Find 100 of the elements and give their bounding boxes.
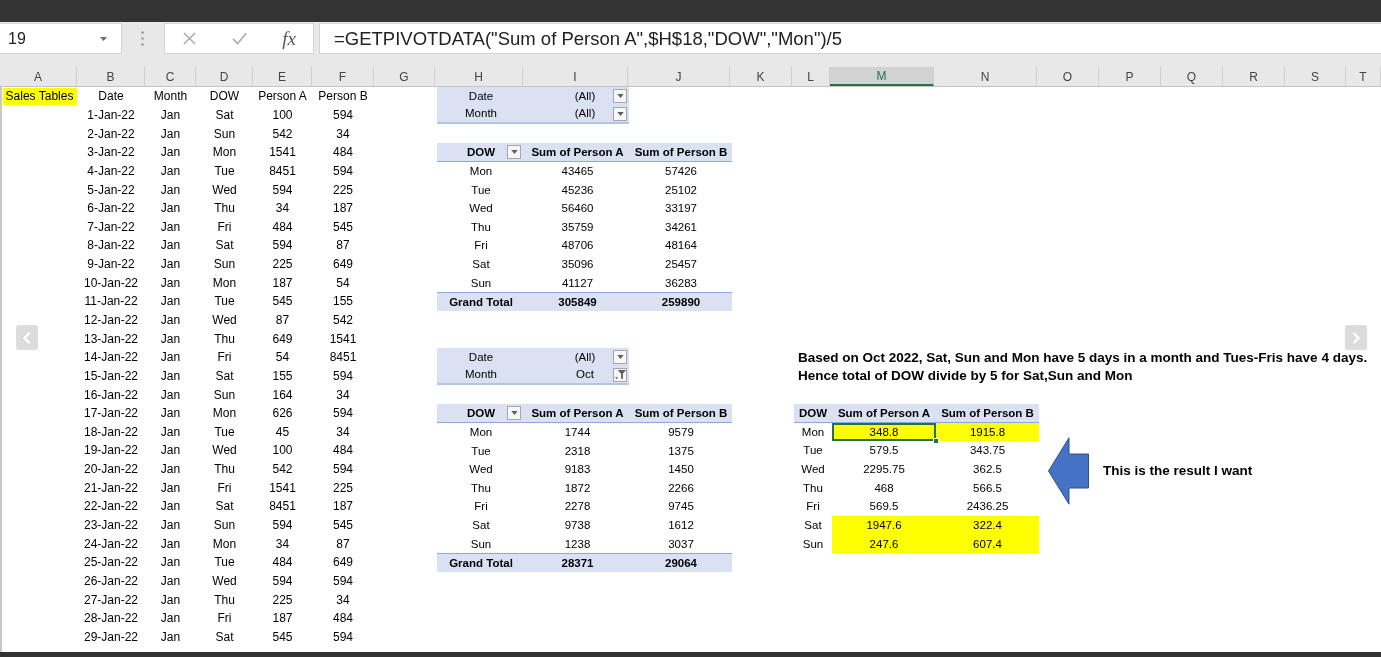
result-value[interactable]: 343.75 xyxy=(936,441,1039,460)
month-value: Jan xyxy=(160,257,181,272)
column-header[interactable]: D xyxy=(196,67,253,86)
weekday-value: Mon xyxy=(212,145,237,160)
amount-value: 225 xyxy=(333,182,353,197)
weekday-value: Fri xyxy=(474,500,488,513)
amount-value: 187 xyxy=(272,275,293,290)
amount-value: 8451 xyxy=(269,163,296,178)
column-header[interactable]: G xyxy=(374,67,435,86)
month-value: Jan xyxy=(160,555,181,570)
column-header[interactable]: I xyxy=(523,67,628,86)
name-box[interactable]: 19 xyxy=(0,23,122,54)
amount-value: 100 xyxy=(272,443,293,458)
filter-value: (All) xyxy=(574,89,596,102)
column-header[interactable]: M xyxy=(830,67,934,86)
amount-value: 34 xyxy=(336,126,350,141)
amount-value: 594 xyxy=(272,238,293,253)
weekday-value: Wed xyxy=(212,443,237,458)
amount-value: 2278 xyxy=(564,500,591,513)
result-value[interactable]: 1947.6 xyxy=(832,515,936,535)
result-value[interactable]: 2295.75 xyxy=(832,459,936,479)
caret-icon xyxy=(510,410,518,415)
caret-icon xyxy=(510,149,518,154)
dropdown-button[interactable] xyxy=(507,405,521,420)
column-header[interactable]: R xyxy=(1223,67,1285,86)
amount-value: 484 xyxy=(333,145,353,160)
date-value: 12-Jan-22 xyxy=(83,313,138,327)
weekday-value: Sun xyxy=(213,387,236,402)
filter-label: Month xyxy=(465,368,497,381)
result-value[interactable]: 569.5 xyxy=(832,497,936,516)
amount-value: 225 xyxy=(333,480,353,495)
formula-field[interactable]: =GETPIVOTDATA("Sum of Person A",$H$18,"DOW","Mon")/5 xyxy=(319,23,1381,54)
amount-value: 54 xyxy=(275,350,290,365)
column-header[interactable]: E xyxy=(253,67,312,86)
amount-value: 34 xyxy=(336,424,350,439)
column-header[interactable]: C xyxy=(145,67,196,86)
amount-value: 9183 xyxy=(564,463,591,476)
amount-value: 649 xyxy=(333,257,353,272)
column-header[interactable]: Q xyxy=(1161,67,1223,86)
dropdown-button[interactable] xyxy=(613,350,627,364)
total-label: Grand Total xyxy=(449,295,513,308)
caret-icon[interactable] xyxy=(100,36,107,41)
column-header[interactable]: P xyxy=(1099,67,1161,86)
result-value[interactable]: 579.5 xyxy=(832,441,936,460)
amount-value: 594 xyxy=(333,107,353,122)
column-heading: Sum of Person A xyxy=(531,406,624,419)
amount-value: 1541 xyxy=(269,480,296,495)
month-value: Jan xyxy=(160,368,181,383)
date-value: 17-Jan-22 xyxy=(83,406,138,421)
dropdown-button[interactable] xyxy=(613,89,627,103)
column-header[interactable]: K xyxy=(730,67,792,86)
dropdown-button[interactable] xyxy=(507,144,521,159)
amount-value: 48706 xyxy=(561,239,594,252)
amount-value: 25457 xyxy=(665,258,697,271)
weekday-value: Thu xyxy=(803,481,823,494)
result-value[interactable]: 468 xyxy=(832,478,936,498)
amount-value: 34 xyxy=(336,387,350,402)
month-value: Jan xyxy=(160,275,181,290)
month-value: Jan xyxy=(160,313,181,327)
weekday-value: Sat xyxy=(472,258,490,271)
weekday-value: Thu xyxy=(214,201,235,216)
weekday-value: Tue xyxy=(471,183,491,196)
amount-value: 34 xyxy=(336,592,350,607)
result-value[interactable]: 2436.25 xyxy=(936,497,1039,516)
date-value: 4-Jan-22 xyxy=(87,163,135,178)
month-value: Jan xyxy=(160,182,181,197)
month-value: Jan xyxy=(160,350,181,365)
check-icon xyxy=(231,32,247,45)
amount-value: 1541 xyxy=(269,145,296,160)
column-header[interactable]: F xyxy=(312,67,374,86)
result-value[interactable]: 322.4 xyxy=(936,515,1039,535)
column-header[interactable]: N xyxy=(934,67,1037,86)
weekday-value: Mon xyxy=(212,536,237,551)
dropdown-button[interactable] xyxy=(613,106,627,121)
amount-value: 594 xyxy=(272,518,293,533)
amount-value: 36283 xyxy=(665,276,697,289)
column-header[interactable]: S xyxy=(1285,67,1346,86)
date-value: 25-Jan-22 xyxy=(83,555,138,570)
column-header[interactable]: O xyxy=(1037,67,1099,86)
result-value[interactable]: 362.5 xyxy=(936,459,1039,479)
insert-function-button[interactable]: fx xyxy=(274,25,304,52)
month-value: Jan xyxy=(160,387,181,402)
result-value[interactable]: 607.4 xyxy=(936,534,1039,553)
result-value[interactable]: 247.6 xyxy=(832,534,936,553)
fill-handle-icon[interactable] xyxy=(933,438,939,445)
weekday-value: Sat xyxy=(215,368,234,383)
result-value[interactable]: 566.5 xyxy=(936,478,1039,498)
filter-button[interactable] xyxy=(613,367,627,382)
amount-value: 225 xyxy=(272,592,293,607)
weekday-value: Fri xyxy=(474,239,488,252)
amount-value: 56460 xyxy=(561,202,594,215)
column-header[interactable]: H xyxy=(435,67,523,86)
column-header[interactable]: J xyxy=(628,67,730,86)
amount-value: 1872 xyxy=(564,481,591,494)
column-header[interactable]: T xyxy=(1346,67,1381,86)
caret-icon xyxy=(616,355,624,359)
column-header[interactable]: A xyxy=(0,67,77,86)
column-header[interactable]: B xyxy=(77,67,145,86)
weekday-value: Sat xyxy=(215,238,234,253)
weekday-value: Tue xyxy=(803,444,823,457)
